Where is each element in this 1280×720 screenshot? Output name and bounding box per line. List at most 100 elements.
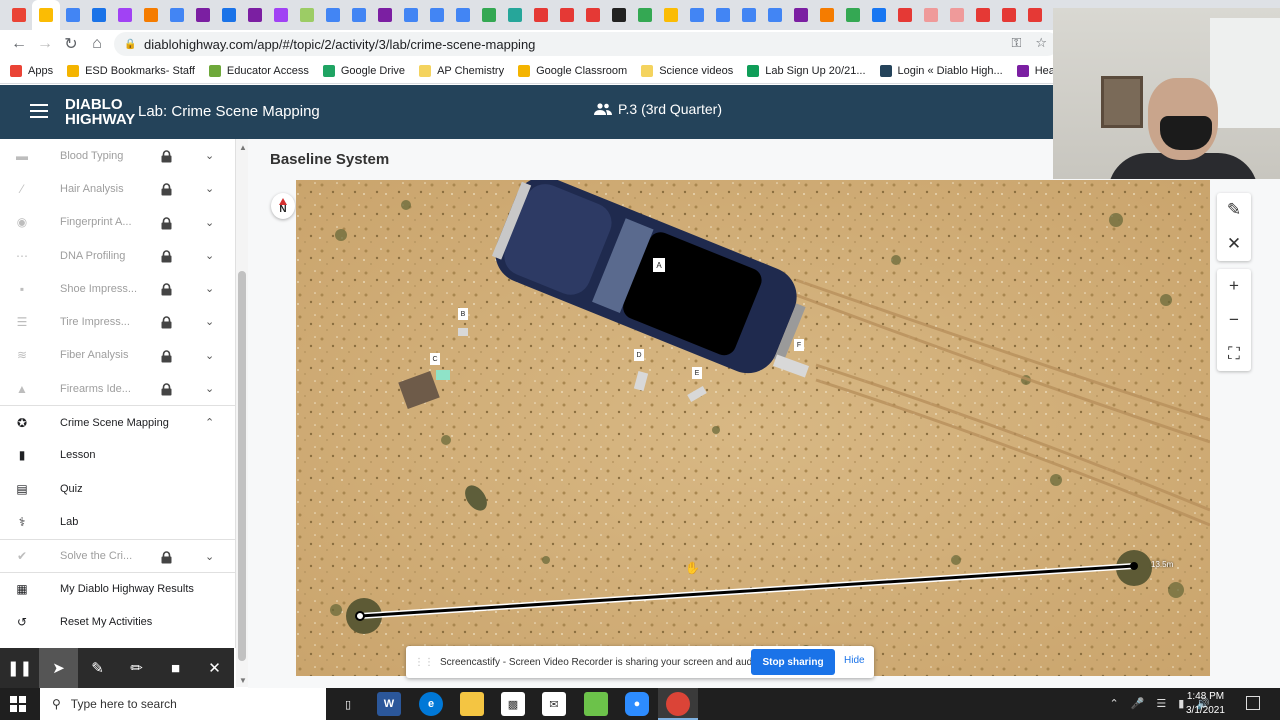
browser-tab[interactable]	[528, 0, 554, 30]
chevron-down-icon[interactable]: ⌄	[205, 349, 214, 362]
bookmark-item[interactable]: Google Classroom	[518, 64, 627, 77]
close-icon[interactable]: ✕	[195, 648, 234, 688]
chevron-down-icon[interactable]: ⌄	[205, 149, 214, 162]
bookmark-item[interactable]: Login « Diablo High...	[879, 64, 1003, 77]
reload-icon[interactable]: ↻	[58, 31, 84, 57]
windows-start-icon[interactable]	[10, 696, 26, 712]
browser-tab[interactable]	[736, 0, 762, 30]
scroll-up-icon[interactable]: ▲	[239, 143, 247, 152]
mail-icon[interactable]: ✉	[542, 692, 566, 716]
browser-tab[interactable]	[112, 0, 138, 30]
pen-icon[interactable]: ✎	[78, 648, 117, 688]
app-icon[interactable]	[584, 692, 608, 716]
sidebar-scrollbar[interactable]: ▲ ▼	[236, 139, 248, 687]
browser-tab[interactable]	[918, 0, 944, 30]
bookmark-item[interactable]: Science videos	[641, 64, 733, 77]
browser-tab[interactable]	[372, 0, 398, 30]
browser-tab[interactable]	[762, 0, 788, 30]
sidebar-subitem-quiz[interactable]: ▤ Quiz	[0, 472, 235, 505]
browser-tab[interactable]	[216, 0, 242, 30]
sidebar-item-blood-typing[interactable]: ▬ Blood Typing ⌄	[0, 139, 235, 172]
chevron-down-icon[interactable]: ⌄	[205, 282, 214, 295]
evidence-marker-E[interactable]: E	[692, 367, 702, 379]
bookmark-item[interactable]: AP Chemistry	[419, 64, 504, 77]
browser-tab[interactable]	[632, 0, 658, 30]
chrome-icon[interactable]	[666, 692, 690, 716]
network-icon[interactable]: ☰	[1156, 697, 1166, 710]
bookmark-item[interactable]: ESD Bookmarks- Staff	[67, 64, 195, 77]
evidence-marker-D[interactable]: D	[634, 349, 644, 361]
chevron-up-icon[interactable]: ⌃	[1109, 697, 1118, 710]
browser-tab[interactable]	[6, 0, 32, 30]
pencil-icon[interactable]: ✎	[1217, 193, 1251, 227]
browser-tab[interactable]	[268, 0, 294, 30]
browser-tab[interactable]	[242, 0, 268, 30]
star-icon[interactable]: ☆	[1035, 35, 1047, 51]
browser-tab[interactable]	[424, 0, 450, 30]
browser-tab[interactable]	[138, 0, 164, 30]
home-icon[interactable]: ⌂	[84, 31, 110, 57]
browser-tab[interactable]	[554, 0, 580, 30]
hide-button[interactable]: Hide	[844, 655, 865, 666]
browser-tab[interactable]	[840, 0, 866, 30]
chevron-down-icon[interactable]: ⌄	[205, 315, 214, 328]
period-selector[interactable]: P.3 (3rd Quarter)	[594, 101, 722, 117]
sidebar-item-fiber-analysis[interactable]: ≋ Fiber Analysis ⌄	[0, 339, 235, 372]
browser-tab[interactable]	[866, 0, 892, 30]
sidebar-item-results[interactable]: ▦ My Diablo Highway Results	[0, 571, 235, 605]
store-icon[interactable]: ▩	[501, 692, 525, 716]
forward-icon[interactable]: →	[32, 31, 58, 57]
browser-tab[interactable]	[996, 0, 1022, 30]
chevron-up-icon[interactable]: ⌃	[205, 416, 214, 429]
chevron-down-icon[interactable]: ⌄	[205, 182, 214, 195]
drag-handle-icon[interactable]: ⋮⋮	[414, 657, 434, 668]
menu-icon[interactable]	[30, 104, 48, 118]
sidebar-item-tire-impress-[interactable]: ☰ Tire Impress... ⌄	[0, 305, 235, 338]
evidence-marker-C[interactable]: C	[430, 353, 440, 365]
browser-tab[interactable]	[398, 0, 424, 30]
camera-icon[interactable]: ■	[156, 648, 195, 688]
chevron-down-icon[interactable]: ⌄	[205, 249, 214, 262]
cursor-icon[interactable]: ➤	[39, 648, 78, 688]
scroll-down-icon[interactable]: ▼	[239, 676, 247, 685]
browser-tab[interactable]	[32, 0, 60, 30]
bookmark-item[interactable]: Apps	[10, 64, 53, 77]
taskbar-search[interactable]: ⚲ Type here to search	[40, 688, 326, 720]
file-explorer-icon[interactable]	[460, 692, 484, 716]
bookmark-item[interactable]: Google Drive	[322, 64, 405, 77]
browser-tab[interactable]	[164, 0, 190, 30]
word-icon[interactable]: W	[377, 692, 401, 716]
sidebar-item-firearms-ide-[interactable]: ▲ Firearms Ide... ⌄	[0, 372, 235, 405]
close-map-icon[interactable]: ✕	[1217, 227, 1251, 261]
browser-tab[interactable]	[502, 0, 528, 30]
browser-tab[interactable]	[346, 0, 372, 30]
task-view-icon[interactable]: ▯	[336, 692, 360, 716]
browser-tab[interactable]	[944, 0, 970, 30]
zoom-out-icon[interactable]: −	[1217, 303, 1251, 337]
browser-tab[interactable]	[710, 0, 736, 30]
pause-icon[interactable]: ❚❚	[0, 648, 39, 688]
stop-sharing-button[interactable]: Stop sharing	[751, 649, 835, 675]
browser-tab[interactable]	[1022, 0, 1048, 30]
battery-icon[interactable]: ▮	[1178, 697, 1184, 710]
back-icon[interactable]: ←	[6, 31, 32, 57]
browser-tab[interactable]	[86, 0, 112, 30]
chevron-down-icon[interactable]: ⌄	[205, 550, 214, 563]
evidence-marker-A[interactable]: A	[653, 258, 665, 272]
highlighter-icon[interactable]: ✏	[117, 648, 156, 688]
microphone-icon[interactable]: 🎤	[1131, 697, 1145, 710]
browser-tab[interactable]	[450, 0, 476, 30]
zoom-icon[interactable]: ●	[625, 692, 649, 716]
chevron-down-icon[interactable]: ⌄	[205, 216, 214, 229]
edge-icon[interactable]: e	[419, 692, 443, 716]
sidebar-item-fingerprint-a-[interactable]: ◉ Fingerprint A... ⌄	[0, 206, 235, 239]
browser-tab[interactable]	[60, 0, 86, 30]
crime-scene-map[interactable]: A B C D E F 13.5m ✋	[296, 180, 1210, 676]
key-icon[interactable]: ⚿	[1011, 35, 1021, 51]
browser-tab[interactable]	[606, 0, 632, 30]
browser-tab[interactable]	[190, 0, 216, 30]
browser-tab[interactable]	[684, 0, 710, 30]
browser-tab[interactable]	[294, 0, 320, 30]
browser-tab[interactable]	[658, 0, 684, 30]
sidebar-item-shoe-impress-[interactable]: ▪ Shoe Impress... ⌄	[0, 272, 235, 305]
